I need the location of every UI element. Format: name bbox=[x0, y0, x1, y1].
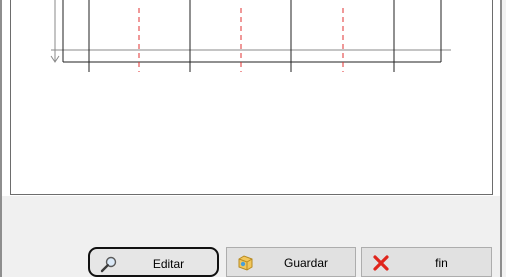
magnifier-icon bbox=[100, 255, 118, 273]
exit-button-label: fin bbox=[435, 256, 448, 270]
red-x-icon bbox=[372, 254, 390, 272]
save-button[interactable]: Guardar bbox=[226, 247, 356, 277]
dialog-window: Editar Guardar fin bbox=[0, 0, 506, 277]
drawing-preview-panel bbox=[10, 0, 493, 195]
formwork-drawing bbox=[50, 0, 451, 72]
window-right-edge bbox=[502, 0, 506, 277]
edit-button[interactable]: Editar bbox=[88, 247, 219, 277]
disk-icon bbox=[237, 254, 255, 272]
edit-button-label: Editar bbox=[152, 257, 185, 271]
save-button-label: Guardar bbox=[283, 256, 329, 270]
exit-button[interactable]: fin bbox=[361, 247, 492, 277]
